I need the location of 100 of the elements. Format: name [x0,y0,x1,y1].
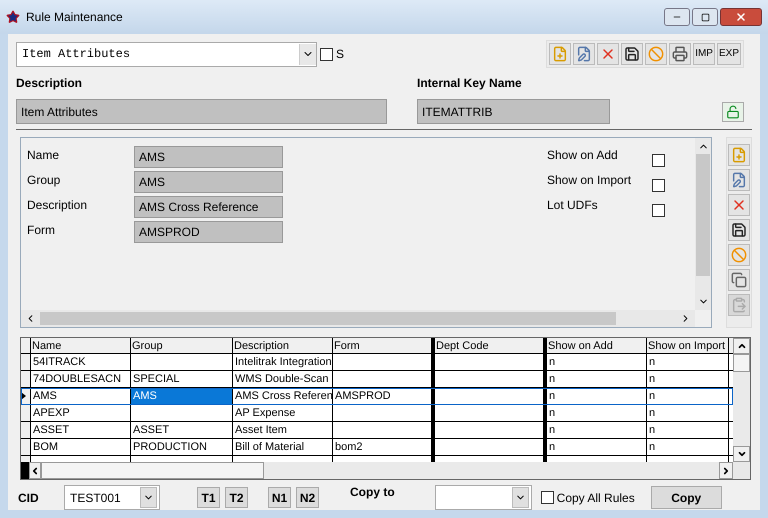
copy-all-checkbox[interactable] [540,491,554,504]
grid-vertical-scrollbar[interactable] [733,338,750,462]
printer-icon [672,46,688,62]
new-file-icon [731,147,748,163]
row-header[interactable] [21,439,31,455]
internal-key-label: Internal Key Name [417,75,522,92]
grid-cell: 74DOUBLESACN [31,371,131,387]
grid-row[interactable]: 54ITRACK Intelitrak Integration n n [21,354,733,371]
copy-to-label: Copy to [350,484,395,501]
grid-cell: AP Expense [233,405,333,421]
grid-row[interactable]: APEXP AP Expense n n [21,405,733,422]
grid-cell: WMS Double-Scan [233,371,333,387]
row-header[interactable] [21,371,31,387]
maximize-button[interactable] [692,8,718,26]
flag-checkbox[interactable] [652,204,665,217]
save-icon [624,46,640,62]
grid-horizontal-scrollbar[interactable] [21,462,733,479]
column-header[interactable]: Show on Add [547,338,647,354]
grid-row[interactable]: AMS AMS AMS Cross Referen AMSPROD n n [21,388,733,405]
cancel-icon [648,46,664,62]
grid-cell: ASSET [131,422,233,438]
column-header[interactable]: Group [131,338,233,354]
grid-cell: Asset Item [233,422,333,438]
flag-checkbox[interactable] [652,154,665,167]
grid-cell: n [647,371,729,387]
column-header[interactable]: Dept Code [435,338,547,354]
edit-file-icon [576,46,592,62]
grid-cell: n [647,422,729,438]
scroll-down-icon [736,449,746,459]
toolbar-button[interactable] [621,43,644,65]
grid-cell: n [547,354,647,370]
row-header[interactable] [21,354,31,370]
grid-row[interactable]: BOM PRODUCTION Bill of Material bom2 n n [21,439,733,456]
column-header[interactable]: Name [31,338,131,354]
side-toolbar-button[interactable] [728,219,750,241]
grid-row[interactable]: ASSET ASSET Asset Item n n [21,422,733,439]
s-checkbox[interactable] [320,48,333,60]
edit-file-icon [731,172,748,188]
grid-cell: n [647,354,729,370]
close-icon [735,11,747,23]
copy-icon [731,272,748,288]
scroll-thumb[interactable] [733,354,750,372]
row-pointer-icon [21,392,26,400]
description-label: Description [16,75,84,92]
grid-cell: n [547,405,647,421]
grid-cell: n [547,439,647,455]
flag-label: Lot UDFs [547,197,599,214]
detail-label: Description [27,197,88,214]
column-header[interactable]: Description [233,338,333,354]
column-header[interactable]: Form [333,338,435,354]
template-button[interactable]: N1 [268,487,291,508]
row-header[interactable] [21,456,31,462]
paste-icon [731,297,748,313]
s-checkbox-label: S [336,46,344,63]
internal-key-field[interactable]: ITEMATTRIB [417,99,610,124]
template-button[interactable]: T1 [197,487,220,508]
cancel-icon [731,247,748,263]
template-button[interactable]: T2 [225,487,248,508]
grid-cell: Intelitrak Integration [233,354,333,370]
grid-cell: APEXP [31,405,131,421]
lock-button[interactable] [722,102,744,122]
detail-field[interactable]: AMSPROD [134,221,283,243]
scroll-left-icon [30,466,40,476]
toolbar-button[interactable] [669,43,692,65]
vertical-scrollbar[interactable] [695,138,712,310]
rule-dropdown[interactable]: Item Attributes [16,42,317,66]
cid-dropdown[interactable]: TEST001 [64,485,160,510]
toolbar-text-button[interactable]: EXP [716,43,741,65]
grid-cell: n [547,388,647,404]
maximize-icon [700,12,710,22]
grid-cell: BOM [31,439,131,455]
horizontal-scrollbar[interactable] [21,310,696,327]
row-header[interactable] [21,422,31,438]
grid-cell: AMSPROD [333,388,435,404]
toolbar-text-button[interactable]: IMP [693,43,715,65]
grid-cell: SPECIAL [131,371,233,387]
new-file-icon [552,46,568,62]
close-button[interactable] [720,8,762,26]
grid-cell: n [647,439,729,455]
grid-cell: ASSET [31,422,131,438]
scroll-thumb[interactable] [41,462,264,479]
save-icon [731,222,748,238]
flag-checkbox[interactable] [652,179,665,192]
detail-field[interactable]: AMS [134,146,283,168]
copy-button[interactable]: Copy [650,486,722,509]
detail-label: Group [27,172,62,189]
column-header[interactable]: Show on Import [647,338,729,354]
grid-cell: 54ITRACK [31,354,131,370]
detail-label: Form [27,222,56,239]
copy-all-label: Copy All Rules [556,490,635,506]
detail-field[interactable]: AMS [134,171,283,193]
scroll-right-icon [721,466,731,476]
row-header[interactable] [21,405,31,421]
window-title: Rule Maintenance [26,9,123,26]
row-header[interactable] [21,388,31,404]
detail-label: Name [27,147,60,164]
detail-field[interactable]: AMS Cross Reference [134,196,283,218]
grid-cell: Bill of Material [233,439,333,455]
template-button[interactable]: N2 [296,487,319,508]
description-field[interactable]: Item Attributes [16,99,387,124]
